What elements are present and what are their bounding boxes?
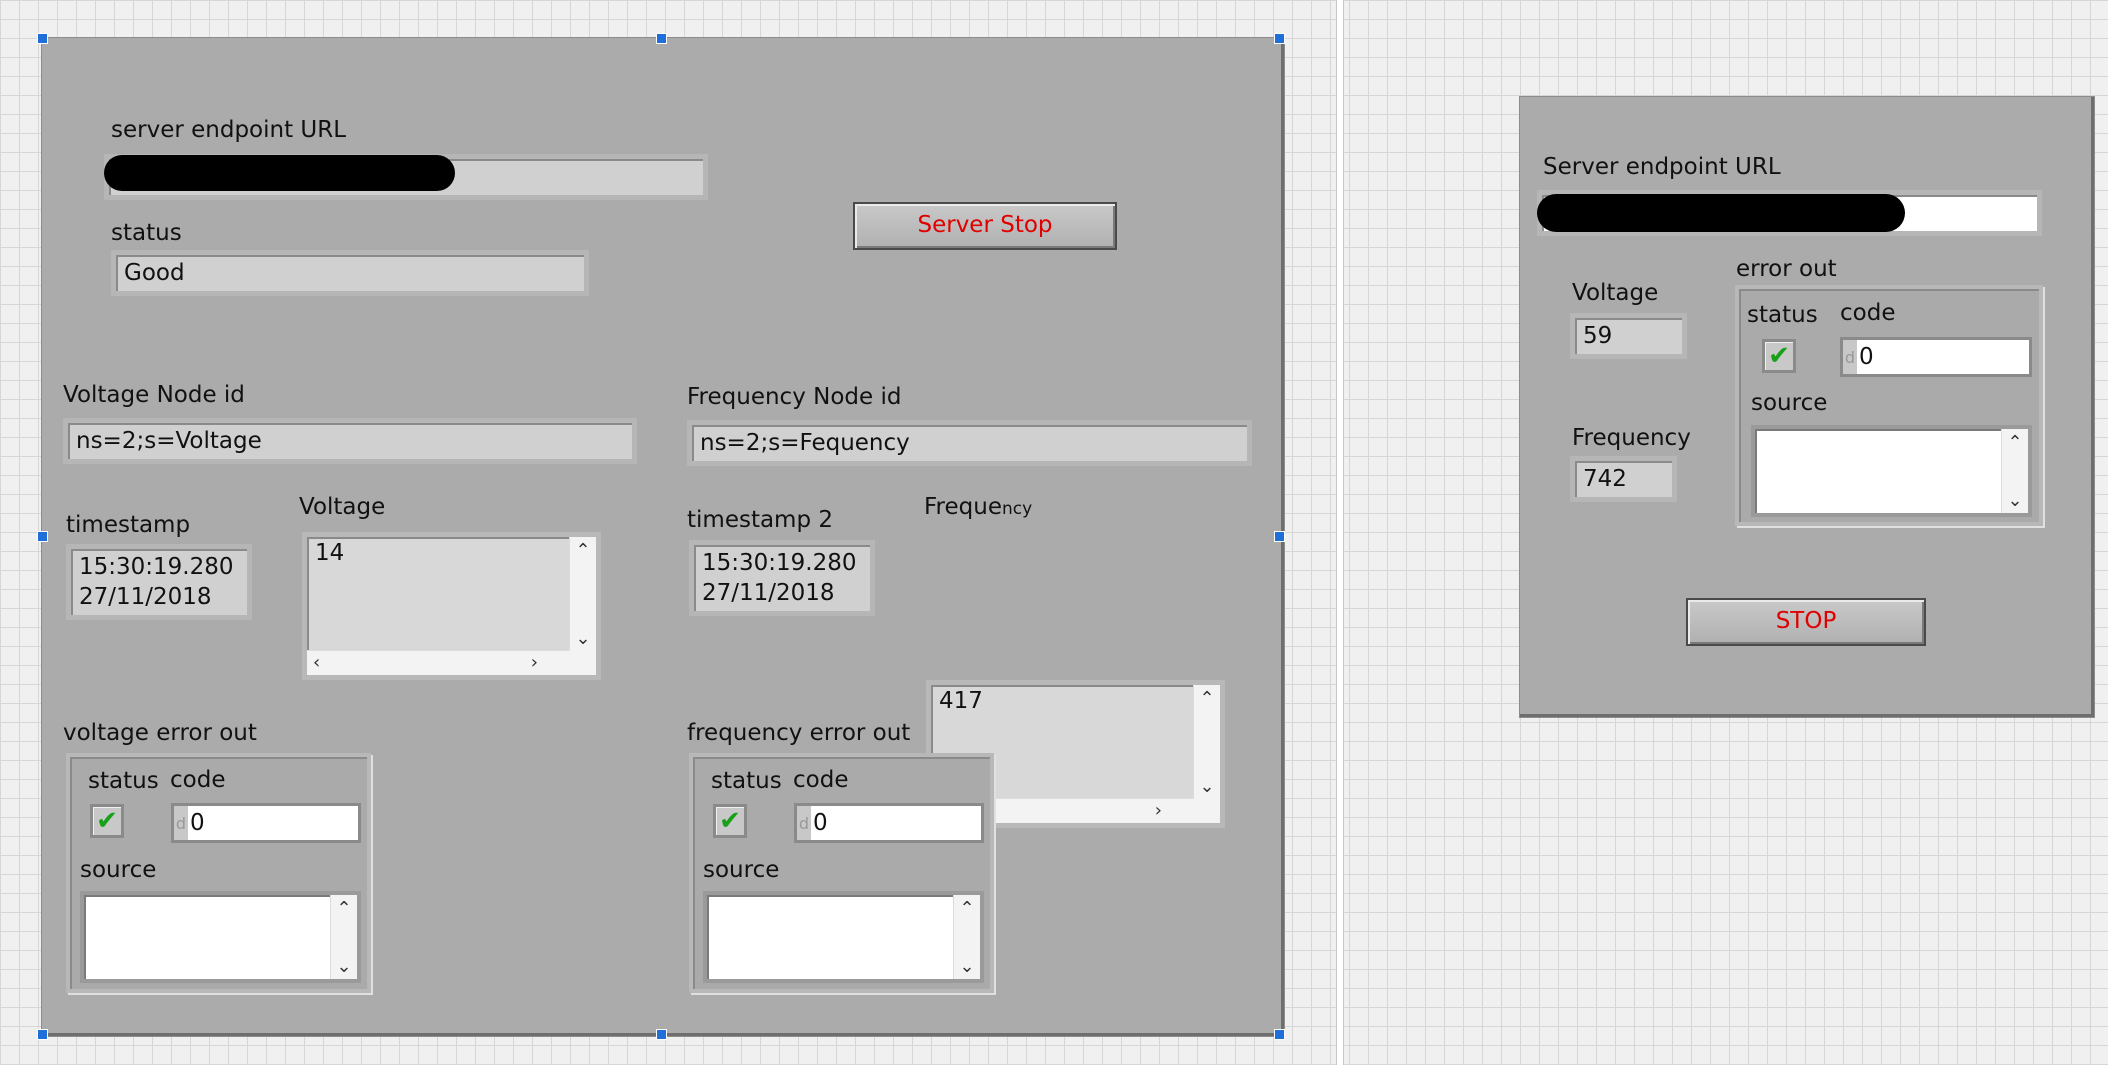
chevron-up-icon[interactable]: ⌃ bbox=[954, 899, 980, 919]
right-frequency-indicator: 742 bbox=[1570, 456, 1677, 502]
selection-handle[interactable] bbox=[1274, 1029, 1285, 1040]
selection-handle[interactable] bbox=[1274, 531, 1285, 542]
status-indicator: Good bbox=[111, 250, 589, 296]
frequency-vscrollbar[interactable]: ⌃ ⌄ bbox=[1193, 685, 1220, 799]
chevron-up-icon[interactable]: ⌃ bbox=[570, 541, 596, 561]
error-code-value: 0 bbox=[1859, 344, 1874, 370]
frequency-error-cluster: status code ✔ d 0 source ⌃ ⌄ bbox=[689, 753, 994, 993]
right-error-out-label: error out bbox=[1736, 256, 1837, 282]
chevron-down-icon[interactable]: ⌄ bbox=[954, 957, 980, 977]
error-source-field[interactable]: ⌃ ⌄ bbox=[80, 891, 361, 983]
server-stop-button[interactable]: Server Stop bbox=[853, 202, 1117, 250]
chevron-down-icon[interactable]: ⌄ bbox=[331, 957, 357, 977]
voltage-hscrollbar[interactable]: ‹ › bbox=[307, 650, 570, 675]
source-vscrollbar[interactable]: ⌃ ⌄ bbox=[953, 895, 980, 979]
status-label: status bbox=[111, 220, 182, 246]
selection-handle[interactable] bbox=[37, 1029, 48, 1040]
error-source-field[interactable]: ⌃ ⌄ bbox=[1751, 425, 2032, 517]
right-error-cluster: status code ✔ d 0 source ⌃ ⌄ bbox=[1735, 285, 2043, 526]
voltage-error-cluster: status code ✔ d 0 source ⌃ ⌄ bbox=[66, 753, 371, 993]
right-voltage-indicator: 59 bbox=[1570, 313, 1687, 359]
error-code-field[interactable]: d 0 bbox=[171, 803, 361, 843]
voltage-label: Voltage bbox=[299, 494, 386, 520]
radix-indicator: d bbox=[1843, 340, 1857, 374]
chevron-down-icon[interactable]: ⌄ bbox=[2002, 491, 2028, 511]
frequency-label-small: ncy bbox=[1001, 499, 1033, 519]
status-check-icon: ✔ bbox=[713, 804, 747, 838]
error-code-value: 0 bbox=[813, 810, 828, 836]
status-check-icon: ✔ bbox=[1762, 339, 1796, 373]
window-divider bbox=[1336, 0, 1344, 1065]
voltage-value: 14 bbox=[315, 540, 345, 566]
selection-handle[interactable] bbox=[656, 1029, 667, 1040]
selection-handle[interactable] bbox=[37, 33, 48, 44]
right-frequency-label: Frequency bbox=[1572, 425, 1691, 451]
error-source-field[interactable]: ⌃ ⌄ bbox=[703, 891, 984, 983]
error-code-value: 0 bbox=[190, 810, 205, 836]
radix-indicator: d bbox=[797, 806, 811, 840]
error-source-label: source bbox=[703, 857, 780, 883]
timestamp2-label: timestamp 2 bbox=[687, 507, 834, 533]
voltage-node-field[interactable]: ns=2;s=Voltage bbox=[63, 418, 637, 464]
chevron-down-icon[interactable]: ⌄ bbox=[1194, 777, 1220, 797]
chevron-up-icon[interactable]: ⌃ bbox=[331, 899, 357, 919]
source-vscrollbar[interactable]: ⌃ ⌄ bbox=[2001, 429, 2028, 513]
chevron-right-icon[interactable]: › bbox=[531, 651, 538, 675]
error-code-field[interactable]: d 0 bbox=[1840, 337, 2032, 377]
server-url-label: server endpoint URL bbox=[111, 117, 347, 143]
redacted-url bbox=[104, 155, 455, 191]
error-status-label: status bbox=[88, 768, 159, 794]
voltage-array[interactable]: 14 ⌃ ⌄ ‹ › bbox=[302, 532, 601, 680]
stop-button[interactable]: STOP bbox=[1686, 598, 1926, 646]
voltage-node-label: Voltage Node id bbox=[63, 382, 245, 408]
frequency-label-main: Freque bbox=[924, 494, 1002, 520]
error-code-label: code bbox=[170, 767, 226, 793]
frequency-value: 417 bbox=[939, 688, 983, 714]
timestamp-date: 27/11/2018 bbox=[79, 584, 212, 610]
right-voltage-label: Voltage bbox=[1572, 280, 1659, 306]
error-source-label: source bbox=[1751, 390, 1828, 416]
chevron-left-icon[interactable]: ‹ bbox=[313, 651, 320, 675]
chevron-up-icon[interactable]: ⌃ bbox=[2002, 433, 2028, 453]
error-code-label: code bbox=[793, 767, 849, 793]
chevron-down-icon[interactable]: ⌄ bbox=[570, 629, 596, 649]
chevron-up-icon[interactable]: ⌃ bbox=[1194, 689, 1220, 709]
voltage-vscrollbar[interactable]: ⌃ ⌄ bbox=[569, 537, 596, 651]
frequency-node-field[interactable]: ns=2;s=Fequency bbox=[687, 420, 1252, 466]
source-vscrollbar[interactable]: ⌃ ⌄ bbox=[330, 895, 357, 979]
selection-handle[interactable] bbox=[37, 531, 48, 542]
right-server-url-label: Server endpoint URL bbox=[1543, 154, 1781, 180]
error-source-label: source bbox=[80, 857, 157, 883]
error-status-label: status bbox=[711, 768, 782, 794]
frequency-label: Frequency bbox=[924, 493, 1032, 523]
scroll-corner bbox=[570, 651, 596, 675]
voltage-error-label: voltage error out bbox=[63, 720, 257, 746]
chevron-right-icon[interactable]: › bbox=[1155, 799, 1162, 823]
timestamp2-time: 15:30:19.280 bbox=[702, 550, 857, 576]
selection-handle[interactable] bbox=[656, 33, 667, 44]
error-code-field[interactable]: d 0 bbox=[794, 803, 984, 843]
redacted-url bbox=[1537, 194, 1905, 232]
frequency-error-label: frequency error out bbox=[687, 720, 911, 746]
timestamp-label: timestamp bbox=[66, 512, 191, 538]
timestamp-time: 15:30:19.280 bbox=[79, 554, 234, 580]
timestamp2-date: 27/11/2018 bbox=[702, 580, 835, 606]
selection-handle[interactable] bbox=[1274, 33, 1285, 44]
timestamp2-indicator: 15:30:19.280 27/11/2018 bbox=[689, 540, 875, 616]
error-code-label: code bbox=[1840, 300, 1896, 326]
timestamp-indicator: 15:30:19.280 27/11/2018 bbox=[66, 544, 252, 620]
status-check-icon: ✔ bbox=[90, 804, 124, 838]
radix-indicator: d bbox=[174, 806, 188, 840]
scroll-corner bbox=[1194, 799, 1220, 823]
error-status-label: status bbox=[1747, 302, 1818, 328]
frequency-node-label: Frequency Node id bbox=[687, 384, 902, 410]
